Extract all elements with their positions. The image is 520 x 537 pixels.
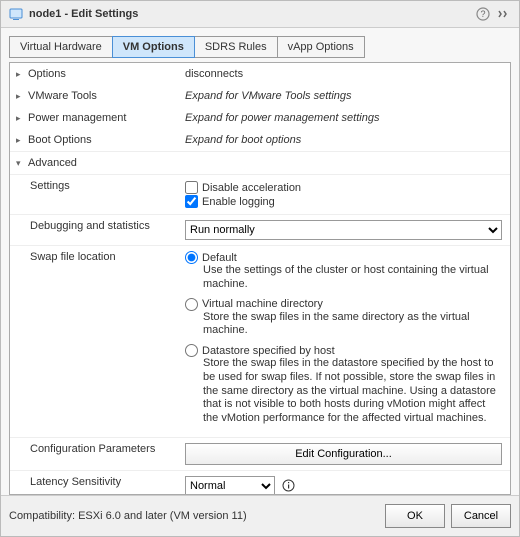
label-enable-logging: Enable logging: [202, 196, 275, 208]
label-debugging: Debugging and statistics: [10, 218, 185, 234]
vm-icon: [9, 7, 23, 21]
chevron-right-icon[interactable]: ▸: [16, 69, 24, 80]
dialog-body: Virtual Hardware VM Options SDRS Rules v…: [1, 28, 519, 495]
vm-options-pane: ▸ Options disconnects ▸ VMware Tools Exp…: [9, 62, 511, 495]
chevron-right-icon[interactable]: ▸: [16, 135, 24, 146]
ok-button[interactable]: OK: [385, 504, 445, 528]
checkbox-enable-logging[interactable]: [185, 195, 198, 208]
label-swap-default: Default: [202, 252, 237, 264]
chevron-down-icon[interactable]: ▾: [16, 158, 24, 169]
section-remote-console-options: Options: [28, 68, 66, 80]
radio-swap-default[interactable]: [185, 251, 198, 264]
label-latency: Latency Sensitivity: [10, 474, 185, 490]
remote-console-fragment: disconnects: [185, 66, 510, 82]
label-disable-acceleration: Disable acceleration: [202, 182, 301, 194]
select-debugging[interactable]: Run normally: [185, 220, 502, 240]
label-swap-location: Swap file location: [10, 249, 185, 265]
select-latency[interactable]: Normal: [185, 476, 275, 495]
tab-virtual-hardware[interactable]: Virtual Hardware: [9, 36, 113, 58]
section-advanced: Advanced: [28, 157, 77, 169]
dialog-title: node1 - Edit Settings: [29, 8, 138, 20]
boot-options-expand-hint: Expand for boot options: [185, 132, 510, 148]
label-config-params: Configuration Parameters: [10, 441, 185, 457]
titlebar: node1 - Edit Settings ?: [1, 1, 519, 28]
section-power-management: Power management: [28, 112, 126, 124]
button-edit-configuration[interactable]: Edit Configuration...: [185, 443, 502, 465]
label-settings: Settings: [10, 178, 185, 194]
edit-settings-dialog: node1 - Edit Settings ? Virtual Hardware…: [0, 0, 520, 537]
chevron-right-icon[interactable]: ▸: [16, 113, 24, 124]
tab-bar: Virtual Hardware VM Options SDRS Rules v…: [9, 36, 511, 58]
desc-swap-vmdir: Store the swap files in the same directo…: [203, 311, 502, 339]
desc-swap-default: Use the settings of the cluster or host …: [203, 264, 502, 292]
svg-text:?: ?: [480, 9, 485, 19]
section-vmware-tools: VMware Tools: [28, 90, 97, 102]
power-management-expand-hint: Expand for power management settings: [185, 110, 510, 126]
label-swap-vmdir: Virtual machine directory: [202, 298, 323, 310]
dialog-footer: Compatibility: ESXi 6.0 and later (VM ve…: [1, 495, 519, 536]
section-boot-options: Boot Options: [28, 134, 92, 146]
expand-icon[interactable]: [495, 6, 511, 22]
help-icon[interactable]: ?: [475, 6, 491, 22]
label-swap-host: Datastore specified by host: [202, 345, 335, 357]
tab-sdrs-rules[interactable]: SDRS Rules: [194, 36, 278, 58]
radio-swap-vmdir[interactable]: [185, 298, 198, 311]
info-icon[interactable]: [281, 479, 295, 493]
compatibility-text: Compatibility: ESXi 6.0 and later (VM ve…: [9, 510, 379, 522]
cancel-button[interactable]: Cancel: [451, 504, 511, 528]
vmware-tools-expand-hint: Expand for VMware Tools settings: [185, 88, 510, 104]
chevron-right-icon[interactable]: ▸: [16, 91, 24, 102]
checkbox-disable-acceleration[interactable]: [185, 181, 198, 194]
tab-vm-options[interactable]: VM Options: [112, 36, 195, 58]
tab-vapp-options[interactable]: vApp Options: [277, 36, 365, 58]
desc-swap-host: Store the swap files in the datastore sp…: [203, 357, 502, 426]
radio-swap-host[interactable]: [185, 344, 198, 357]
